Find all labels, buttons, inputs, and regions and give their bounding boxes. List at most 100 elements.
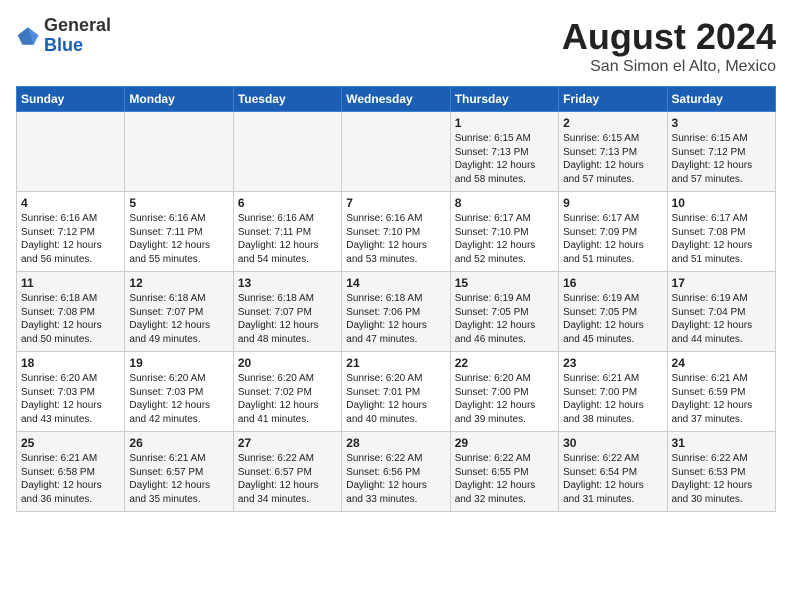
day-number: 18 <box>21 356 120 370</box>
day-header-monday: Monday <box>125 87 233 112</box>
day-number: 6 <box>238 196 337 210</box>
day-number: 4 <box>21 196 120 210</box>
calendar-cell: 30 Sunrise: 6:22 AM Sunset: 6:54 PM Dayli… <box>559 432 667 512</box>
calendar-cell: 12Sunrise: 6:18 AM Sunset: 7:07 PM Dayli… <box>125 272 233 352</box>
day-number: 31 <box>672 436 771 450</box>
day-header-wednesday: Wednesday <box>342 87 450 112</box>
day-content: Sunrise: 6:17 AM Sunset: 7:08 PM Dayligh… <box>672 212 771 266</box>
calendar-cell: 20Sunrise: 6:20 AM Sunset: 7:02 PM Dayli… <box>233 352 341 432</box>
main-title: August 2024 <box>562 16 776 58</box>
day-content: Sunrise: 6:20 AM Sunset: 7:00 PM Dayligh… <box>455 372 554 426</box>
day-number: 7 <box>346 196 445 210</box>
calendar-cell <box>233 112 341 192</box>
day-number: 29 <box>455 436 554 450</box>
calendar-cell: 1 Sunrise: 6:15 AM Sunset: 7:13 PM Daylig… <box>450 112 558 192</box>
day-content: Sunrise: 6:18 AM Sunset: 7:08 PM Dayligh… <box>21 292 120 346</box>
calendar-cell: 9 Sunrise: 6:17 AM Sunset: 7:09 PM Daylig… <box>559 192 667 272</box>
calendar-cell: 15 Sunrise: 6:19 AM Sunset: 7:05 PM Dayli… <box>450 272 558 352</box>
subtitle: San Simon el Alto, Mexico <box>562 58 776 76</box>
calendar-cell: 25 Sunrise: 6:21 AM Sunset: 6:58 PM Dayli… <box>17 432 125 512</box>
calendar-cell: 8 Sunrise: 6:17 AM Sunset: 7:10 PM Daylig… <box>450 192 558 272</box>
day-content: Sunrise: 6:15 AM Sunset: 7:13 PM Dayligh… <box>455 132 554 186</box>
day-number: 8 <box>455 196 554 210</box>
day-content: Sunrise: 6:20 AM Sunset: 7:01 PM Dayligh… <box>346 372 445 426</box>
calendar-cell: 3 Sunrise: 6:15 AM Sunset: 7:12 PM Daylig… <box>667 112 775 192</box>
week-row-4: 18 Sunrise: 6:20 AM Sunset: 7:03 PM Dayli… <box>17 352 776 432</box>
day-content: Sunrise: 6:15 AM Sunset: 7:13 PM Dayligh… <box>563 132 662 186</box>
calendar-cell: 16 Sunrise: 6:19 AM Sunset: 7:05 PM Dayli… <box>559 272 667 352</box>
day-number: 26 <box>129 436 228 450</box>
calendar-cell: 14 Sunrise: 6:18 AM Sunset: 7:06 PM Dayli… <box>342 272 450 352</box>
calendar-cell: 11Sunrise: 6:18 AM Sunset: 7:08 PM Dayli… <box>17 272 125 352</box>
day-number: 19 <box>129 356 228 370</box>
day-number: 16 <box>563 276 662 290</box>
day-content: Sunrise: 6:21 AM Sunset: 7:00 PM Dayligh… <box>563 372 662 426</box>
calendar-cell: 26 Sunrise: 6:21 AM Sunset: 6:57 PM Dayli… <box>125 432 233 512</box>
calendar-cell: 31Sunrise: 6:22 AM Sunset: 6:53 PM Dayli… <box>667 432 775 512</box>
calendar-cell: 18 Sunrise: 6:20 AM Sunset: 7:03 PM Dayli… <box>17 352 125 432</box>
calendar-cell: 29Sunrise: 6:22 AM Sunset: 6:55 PM Dayli… <box>450 432 558 512</box>
week-row-3: 11Sunrise: 6:18 AM Sunset: 7:08 PM Dayli… <box>17 272 776 352</box>
calendar-cell: 4 Sunrise: 6:16 AM Sunset: 7:12 PM Daylig… <box>17 192 125 272</box>
day-number: 20 <box>238 356 337 370</box>
day-content: Sunrise: 6:18 AM Sunset: 7:07 PM Dayligh… <box>129 292 228 346</box>
week-row-5: 25 Sunrise: 6:21 AM Sunset: 6:58 PM Dayli… <box>17 432 776 512</box>
day-content: Sunrise: 6:21 AM Sunset: 6:59 PM Dayligh… <box>672 372 771 426</box>
day-header-saturday: Saturday <box>667 87 775 112</box>
calendar-cell: 5 Sunrise: 6:16 AM Sunset: 7:11 PM Daylig… <box>125 192 233 272</box>
day-number: 25 <box>21 436 120 450</box>
calendar-cell: 23 Sunrise: 6:21 AM Sunset: 7:00 PM Dayli… <box>559 352 667 432</box>
day-content: Sunrise: 6:19 AM Sunset: 7:05 PM Dayligh… <box>455 292 554 346</box>
week-row-1: 1 Sunrise: 6:15 AM Sunset: 7:13 PM Daylig… <box>17 112 776 192</box>
day-content: Sunrise: 6:15 AM Sunset: 7:12 PM Dayligh… <box>672 132 771 186</box>
day-number: 2 <box>563 116 662 130</box>
day-content: Sunrise: 6:18 AM Sunset: 7:07 PM Dayligh… <box>238 292 337 346</box>
logo-general: General <box>44 15 111 35</box>
day-number: 3 <box>672 116 771 130</box>
day-number: 30 <box>563 436 662 450</box>
day-number: 21 <box>346 356 445 370</box>
day-content: Sunrise: 6:19 AM Sunset: 7:05 PM Dayligh… <box>563 292 662 346</box>
day-content: Sunrise: 6:16 AM Sunset: 7:12 PM Dayligh… <box>21 212 120 266</box>
day-content: Sunrise: 6:19 AM Sunset: 7:04 PM Dayligh… <box>672 292 771 346</box>
title-block: August 2024 San Simon el Alto, Mexico <box>562 16 776 76</box>
logo-blue: Blue <box>44 35 83 55</box>
day-number: 5 <box>129 196 228 210</box>
day-number: 17 <box>672 276 771 290</box>
calendar-cell: 13Sunrise: 6:18 AM Sunset: 7:07 PM Dayli… <box>233 272 341 352</box>
week-row-2: 4 Sunrise: 6:16 AM Sunset: 7:12 PM Daylig… <box>17 192 776 272</box>
day-number: 10 <box>672 196 771 210</box>
calendar-cell: 17 Sunrise: 6:19 AM Sunset: 7:04 PM Dayli… <box>667 272 775 352</box>
day-content: Sunrise: 6:16 AM Sunset: 7:10 PM Dayligh… <box>346 212 445 266</box>
day-number: 27 <box>238 436 337 450</box>
calendar-cell <box>17 112 125 192</box>
day-content: Sunrise: 6:21 AM Sunset: 6:57 PM Dayligh… <box>129 452 228 506</box>
day-number: 1 <box>455 116 554 130</box>
logo-icon <box>16 24 40 48</box>
day-header-thursday: Thursday <box>450 87 558 112</box>
day-content: Sunrise: 6:21 AM Sunset: 6:58 PM Dayligh… <box>21 452 120 506</box>
day-header-tuesday: Tuesday <box>233 87 341 112</box>
day-content: Sunrise: 6:22 AM Sunset: 6:57 PM Dayligh… <box>238 452 337 506</box>
calendar-cell <box>342 112 450 192</box>
day-number: 28 <box>346 436 445 450</box>
day-content: Sunrise: 6:18 AM Sunset: 7:06 PM Dayligh… <box>346 292 445 346</box>
calendar-cell: 7 Sunrise: 6:16 AM Sunset: 7:10 PM Daylig… <box>342 192 450 272</box>
day-content: Sunrise: 6:16 AM Sunset: 7:11 PM Dayligh… <box>129 212 228 266</box>
day-number: 14 <box>346 276 445 290</box>
day-number: 24 <box>672 356 771 370</box>
calendar-cell: 21 Sunrise: 6:20 AM Sunset: 7:01 PM Dayli… <box>342 352 450 432</box>
logo-text: General Blue <box>44 16 111 56</box>
calendar-cell <box>125 112 233 192</box>
day-header-friday: Friday <box>559 87 667 112</box>
day-content: Sunrise: 6:22 AM Sunset: 6:54 PM Dayligh… <box>563 452 662 506</box>
calendar-cell: 28Sunrise: 6:22 AM Sunset: 6:56 PM Dayli… <box>342 432 450 512</box>
calendar-cell: 6Sunrise: 6:16 AM Sunset: 7:11 PM Daylig… <box>233 192 341 272</box>
day-content: Sunrise: 6:17 AM Sunset: 7:09 PM Dayligh… <box>563 212 662 266</box>
day-number: 23 <box>563 356 662 370</box>
day-content: Sunrise: 6:17 AM Sunset: 7:10 PM Dayligh… <box>455 212 554 266</box>
day-number: 15 <box>455 276 554 290</box>
page-header: General Blue August 2024 San Simon el Al… <box>16 16 776 76</box>
day-number: 9 <box>563 196 662 210</box>
day-content: Sunrise: 6:20 AM Sunset: 7:03 PM Dayligh… <box>21 372 120 426</box>
